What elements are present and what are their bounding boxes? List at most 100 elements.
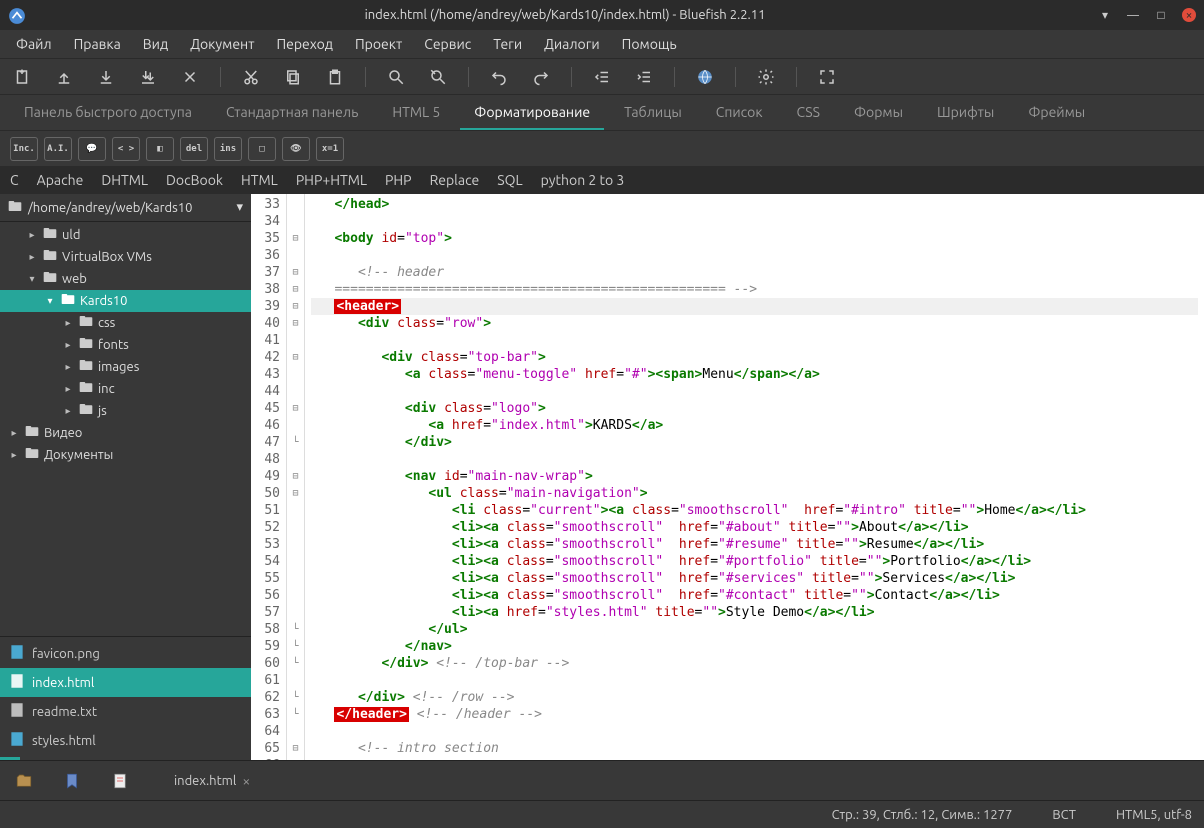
maximize-button[interactable]: □ (1154, 8, 1168, 22)
language-filter[interactable]: DHTML (101, 172, 148, 188)
language-filter[interactable]: Apache (37, 172, 84, 188)
expand-arrow-icon[interactable]: ▸ (62, 405, 74, 417)
document-tab[interactable]: index.html × (166, 769, 258, 793)
panel-tab[interactable]: Формы (840, 96, 917, 130)
format-button[interactable]: □ (248, 137, 276, 161)
close-tab-icon[interactable]: × (242, 773, 250, 789)
menu-item-файл[interactable]: Файл (6, 32, 62, 56)
language-filter[interactable]: HTML (241, 172, 278, 188)
language-filter[interactable]: DocBook (166, 172, 223, 188)
window-control-icon[interactable]: ▾ (1098, 8, 1112, 22)
expand-arrow-icon[interactable]: ▸ (62, 317, 74, 329)
file-manager-icon[interactable] (12, 769, 36, 793)
format-button[interactable]: 👁 (282, 137, 310, 161)
preview-icon[interactable] (693, 65, 717, 89)
fold-column[interactable]: ⊟⊟⊟⊟⊟⊟⊟└⊟⊟└└└└└⊟ (287, 194, 305, 760)
format-button[interactable]: A.I. (44, 137, 72, 161)
save-file-icon[interactable] (94, 65, 118, 89)
open-file-icon[interactable] (52, 65, 76, 89)
language-filter[interactable]: python 2 to 3 (541, 172, 625, 188)
menu-item-проект[interactable]: Проект (345, 32, 412, 56)
code-editor[interactable]: 3334353637383940414243444546474849505152… (251, 194, 1204, 760)
language-filter[interactable]: PHP (385, 172, 412, 188)
snippets-icon[interactable] (108, 769, 132, 793)
file-item[interactable]: readme.txt (0, 697, 251, 726)
menu-item-переход[interactable]: Переход (266, 32, 343, 56)
format-button[interactable]: < > (112, 137, 140, 161)
tree-item[interactable]: ▸css (0, 312, 251, 334)
save-as-icon[interactable] (136, 65, 160, 89)
menu-item-диалоги[interactable]: Диалоги (534, 32, 610, 56)
file-item[interactable]: index.html (0, 668, 251, 697)
tree-item[interactable]: ▸Документы (0, 444, 251, 466)
panel-tab[interactable]: Стандартная панель (212, 96, 372, 130)
tree-item[interactable]: ▸js (0, 400, 251, 422)
unindent-icon[interactable] (590, 65, 614, 89)
panel-tab[interactable]: Таблицы (610, 96, 696, 130)
format-button[interactable]: del (180, 137, 208, 161)
menu-item-вид[interactable]: Вид (133, 32, 178, 56)
copy-icon[interactable] (281, 65, 305, 89)
tree-item[interactable]: ▸VirtualBox VMs (0, 246, 251, 268)
panel-tab[interactable]: Форматирование (460, 96, 604, 130)
language-filter[interactable]: PHP+HTML (296, 172, 367, 188)
search-icon[interactable] (384, 65, 408, 89)
advanced-search-icon[interactable] (426, 65, 450, 89)
expand-arrow-icon[interactable]: ▸ (8, 427, 20, 439)
panel-tab[interactable]: Список (702, 96, 777, 130)
format-button[interactable]: Inc. (10, 137, 38, 161)
bookmarks-icon[interactable] (60, 769, 84, 793)
expand-arrow-icon[interactable]: ▾ (44, 295, 56, 307)
tree-item[interactable]: ▸inc (0, 378, 251, 400)
language-filter[interactable]: Replace (430, 172, 480, 188)
language-filter[interactable]: SQL (497, 172, 522, 188)
close-file-icon[interactable] (178, 65, 202, 89)
panel-tab[interactable]: Шрифты (923, 96, 1008, 130)
expand-arrow-icon[interactable]: ▸ (26, 251, 38, 263)
panel-tab[interactable]: HTML 5 (378, 96, 454, 130)
expand-arrow-icon[interactable]: ▸ (62, 383, 74, 395)
new-file-icon[interactable] (10, 65, 34, 89)
tree-item[interactable]: ▾Kards10 (0, 290, 251, 312)
tree-item[interactable]: ▸Видео (0, 422, 251, 444)
fullscreen-icon[interactable] (815, 65, 839, 89)
expand-arrow-icon[interactable]: ▸ (62, 361, 74, 373)
path-selector[interactable]: /home/andrey/web/Kards10 ▾ (0, 194, 251, 222)
expand-arrow-icon[interactable]: ▸ (8, 449, 20, 461)
expand-arrow-icon[interactable]: ▾ (26, 273, 38, 285)
menu-item-помощь[interactable]: Помощь (612, 32, 687, 56)
panel-tab[interactable]: Панель быстрого доступа (10, 96, 206, 130)
indent-icon[interactable] (632, 65, 656, 89)
format-button[interactable]: 💬 (78, 137, 106, 161)
tree-item[interactable]: ▸images (0, 356, 251, 378)
tree-item[interactable]: ▸uld (0, 224, 251, 246)
file-icon (8, 701, 26, 722)
format-button[interactable]: ins (214, 137, 242, 161)
expand-arrow-icon[interactable]: ▸ (26, 229, 38, 241)
menu-item-документ[interactable]: Документ (180, 32, 264, 56)
minimize-button[interactable]: — (1126, 8, 1140, 22)
language-filter[interactable]: C (10, 172, 19, 188)
settings-icon[interactable] (754, 65, 778, 89)
format-button[interactable]: ◧ (146, 137, 174, 161)
chevron-down-icon[interactable]: ▾ (236, 200, 243, 215)
expand-arrow-icon[interactable]: ▸ (62, 339, 74, 351)
tree-item[interactable]: ▸fonts (0, 334, 251, 356)
undo-icon[interactable] (487, 65, 511, 89)
panel-tab[interactable]: CSS (783, 96, 834, 130)
cut-icon[interactable] (239, 65, 263, 89)
panel-tab[interactable]: Фреймы (1014, 96, 1099, 130)
file-item[interactable]: styles.html (0, 726, 251, 755)
status-encoding[interactable]: HTML5, utf-8 (1116, 808, 1192, 822)
menu-item-правка[interactable]: Правка (64, 32, 131, 56)
paste-icon[interactable] (323, 65, 347, 89)
tree-item[interactable]: ▾web (0, 268, 251, 290)
redo-icon[interactable] (529, 65, 553, 89)
format-button[interactable]: x=1 (316, 137, 344, 161)
menu-item-теги[interactable]: Теги (483, 32, 532, 56)
close-button[interactable]: × (1182, 8, 1196, 22)
status-insert-mode[interactable]: ВСТ (1052, 808, 1076, 822)
menu-item-сервис[interactable]: Сервис (414, 32, 481, 56)
file-item[interactable]: favicon.png (0, 639, 251, 668)
code-content[interactable]: </head> <body id="top"> <!-- header ====… (305, 194, 1204, 760)
